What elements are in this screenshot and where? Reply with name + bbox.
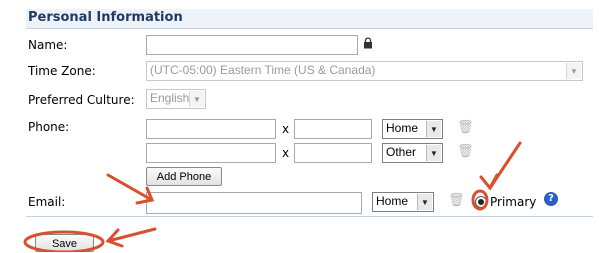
email-arrow bbox=[106, 173, 154, 202]
primary-arrow-head bbox=[479, 173, 499, 191]
primary-highlight-ellipse bbox=[471, 189, 489, 211]
annotation-overlay bbox=[23, 141, 522, 252]
save-highlight-ellipse bbox=[23, 230, 105, 252]
